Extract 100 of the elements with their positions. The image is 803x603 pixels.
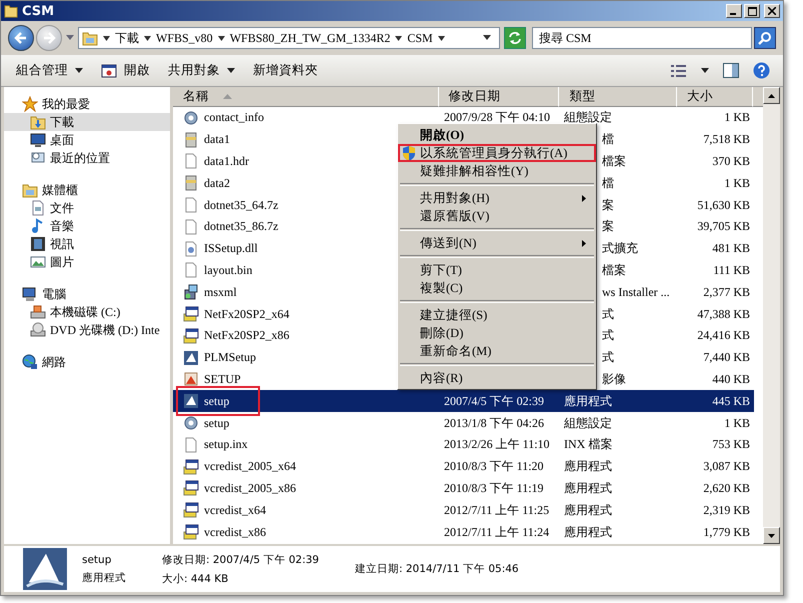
refresh-button[interactable] <box>504 27 526 49</box>
menu-item[interactable]: 以系統管理員身分執行(A) <box>398 144 596 162</box>
size-cell: 1 KB <box>724 416 750 431</box>
size-cell: 111 KB <box>713 262 750 278</box>
breadcrumb[interactable]: WFBS_v80 <box>156 30 213 46</box>
caret-icon[interactable] <box>218 34 225 42</box>
type-cell: 檔案 <box>602 262 626 279</box>
type-cell: 式 <box>602 306 614 323</box>
date-cell: 2007/9/28 下午 04:10 <box>444 109 550 126</box>
type-cell: 組態設定 <box>564 109 612 126</box>
file-name: data2 <box>204 176 230 191</box>
toolbar-button[interactable]: 新增資料夾 <box>246 58 325 83</box>
menu-item[interactable]: 重新命名(M) <box>398 342 596 360</box>
date-cell: 2012/7/11 上午 11:24 <box>444 524 550 541</box>
nav-item[interactable]: 最近的位置 <box>4 149 170 167</box>
breadcrumb[interactable]: CSM <box>407 30 433 46</box>
column-header[interactable]: 修改日期 <box>438 87 560 107</box>
menu-item[interactable]: 開啟(O) <box>398 126 596 144</box>
document-icon <box>183 218 199 235</box>
document-icon <box>183 197 199 214</box>
type-cell: ws Installer ... <box>602 284 670 300</box>
menu-item[interactable]: 刪除(D) <box>398 324 596 342</box>
file-name: msxml <box>204 284 237 300</box>
menu-item[interactable]: 建立捷徑(S) <box>398 306 596 324</box>
file-name: NetFx20SP2_x64 <box>204 306 290 322</box>
toolbar-button[interactable]: 組合管理 <box>9 58 90 83</box>
maximize-button[interactable] <box>744 4 760 18</box>
file-name: vcredist_x86 <box>204 524 266 540</box>
file-name: setup.inx <box>204 437 248 452</box>
folder-icon <box>22 182 38 198</box>
back-button[interactable] <box>8 25 34 51</box>
menu-item[interactable]: 複製(C) <box>398 279 596 297</box>
size-cell: 481 KB <box>712 241 750 256</box>
toolbar-button[interactable]: 共用對象 <box>161 58 242 83</box>
nav-item[interactable]: 本機磁碟 (C:) <box>4 303 170 321</box>
breadcrumb[interactable]: WFBS80_ZH_TW_GM_1334R2 <box>230 30 390 46</box>
forward-arrow-icon <box>42 31 56 45</box>
close-button[interactable] <box>764 4 780 18</box>
size-cell: 2,377 KB <box>703 284 750 300</box>
nav-group[interactable]: 媒體櫃 <box>4 181 170 199</box>
size-cell: 445 KB <box>712 394 750 409</box>
cabinet-icon <box>183 175 199 192</box>
menu-item[interactable]: 還原舊版(V) <box>398 207 596 225</box>
nav-group[interactable]: 我的最愛 <box>4 95 170 113</box>
disc-drive-icon <box>30 322 46 338</box>
type-cell: 組態設定 <box>564 414 612 432</box>
caret-icon[interactable] <box>103 34 110 42</box>
menu-item[interactable]: 內容(R) <box>398 369 596 387</box>
selected-row[interactable]: setup 2007/4/5 下午 02:39 應用程式 445 KB <box>173 390 754 412</box>
nav-item[interactable]: 桌面 <box>4 131 170 149</box>
help-icon <box>753 62 770 79</box>
caret-icon[interactable] <box>144 34 151 42</box>
address-field[interactable]: 下載 WFBS_v80 WFBS80_ZH_TW_GM_1334R2 CSM <box>78 27 500 49</box>
scrollbar[interactable] <box>763 87 780 544</box>
globe-icon <box>22 354 38 370</box>
nav-group[interactable]: 網路 <box>4 353 170 371</box>
toolbar-button[interactable]: 開啟 <box>94 58 157 83</box>
column-header[interactable]: 名稱 <box>173 87 439 107</box>
column-header[interactable]: 類型 <box>559 87 678 107</box>
menu-item[interactable]: 疑難排解相容性(Y) <box>398 162 596 180</box>
type-cell: 檔案 <box>602 152 626 170</box>
search-field[interactable]: 搜尋 CSM <box>532 27 752 49</box>
menu-item[interactable]: 傳送到(N) <box>398 234 596 252</box>
menu-item[interactable]: 共用對象(H) <box>398 189 596 207</box>
list-view-icon <box>671 64 687 78</box>
size-cell: 3,087 KB <box>703 459 750 474</box>
file-size: 大小: 444 KB <box>162 572 230 586</box>
nav-item[interactable]: 視訊 <box>4 235 170 253</box>
size-cell: 47,388 KB <box>697 306 750 322</box>
caret-icon[interactable] <box>438 34 445 42</box>
column-header[interactable]: 大小 <box>677 87 753 107</box>
dropdown-icon[interactable] <box>483 35 491 41</box>
document-icon <box>30 200 46 216</box>
type-cell: 式 <box>602 349 614 366</box>
nav-item[interactable]: DVD 光碟機 (D:) Inte <box>4 321 170 339</box>
nav-group[interactable]: 電腦 <box>4 285 170 303</box>
nav-item[interactable]: 下載 <box>4 113 170 131</box>
nav-item[interactable]: 音樂 <box>4 217 170 235</box>
size-cell: 2,319 KB <box>703 502 750 518</box>
type-cell: 式 <box>602 327 614 344</box>
type-cell: 應用程式 <box>564 524 612 541</box>
date-cell: 2010/8/3 下午 11:19 <box>444 480 544 497</box>
breadcrumb[interactable]: 下載 <box>115 30 139 46</box>
caret-icon[interactable] <box>395 34 402 42</box>
image-file-icon <box>183 371 199 388</box>
size-cell: 51,630 KB <box>697 198 750 213</box>
star-icon <box>22 96 38 112</box>
pane-icon <box>723 63 739 78</box>
nav-item[interactable]: 圖片 <box>4 253 170 271</box>
document-icon <box>183 262 199 278</box>
file-type: 應用程式 <box>82 570 126 584</box>
nav-item[interactable]: 文件 <box>4 199 170 217</box>
minimize-button[interactable] <box>726 4 742 18</box>
type-cell: 影像 <box>602 370 626 388</box>
scroll-down-button[interactable] <box>763 527 780 544</box>
scroll-up-button[interactable] <box>763 87 780 104</box>
type-cell: 案 <box>602 218 614 236</box>
menu-item[interactable]: 剪下(T) <box>398 261 596 279</box>
submenu-arrow-icon <box>582 195 586 202</box>
search-button[interactable] <box>754 27 776 49</box>
